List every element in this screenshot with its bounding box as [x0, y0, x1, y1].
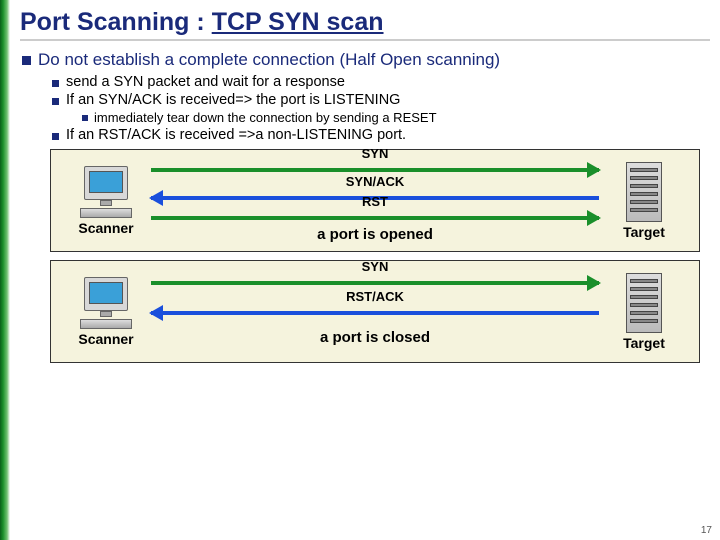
diagram-port-opened: Scanner SYN SYN/ACK RST a po	[50, 149, 700, 252]
scanner-label: Scanner	[78, 220, 133, 236]
arrow-synack-label: SYN/ACK	[151, 174, 599, 189]
page-number: 17	[701, 525, 712, 536]
arrow-rstack-label: RST/ACK	[151, 289, 599, 304]
bullet-main: Do not establish a complete connection (…	[38, 49, 710, 70]
scanner-node: Scanner	[61, 277, 151, 347]
arrows-area: SYN SYN/ACK RST a port is opened	[151, 156, 599, 245]
arrow-syn-label: SYN	[151, 259, 599, 274]
decorative-sidebar	[0, 0, 10, 540]
server-icon	[626, 162, 662, 222]
bullet-sub-syn: send a SYN packet and wait for a respons…	[66, 74, 710, 90]
target-label: Target	[623, 224, 665, 240]
arrow-rst-label: RST	[151, 194, 599, 209]
arrow-syn-label: SYN	[151, 146, 599, 161]
bullet-sub-synack: If an SYN/ACK is received=> the port is …	[66, 92, 710, 108]
bullet-sub-rstack: If an RST/ACK is received =>a non-LISTEN…	[66, 127, 710, 143]
scanner-label: Scanner	[78, 331, 133, 347]
slide-title: Port Scanning : TCP SYN scan	[20, 8, 710, 41]
computer-icon	[78, 166, 134, 218]
diagram-port-closed: Scanner SYN RST/ACK a port is closed	[50, 260, 700, 363]
result-opened: a port is opened	[151, 226, 599, 243]
result-closed: a port is closed	[151, 329, 599, 346]
slide-content: Port Scanning : TCP SYN scan Do not esta…	[20, 8, 710, 530]
target-label: Target	[623, 335, 665, 351]
title-prefix: Port Scanning :	[20, 8, 212, 36]
arrows-area: SYN RST/ACK a port is closed	[151, 267, 599, 356]
computer-icon	[78, 277, 134, 329]
server-icon	[626, 273, 662, 333]
title-underlined: TCP SYN scan	[212, 8, 384, 36]
scanner-node: Scanner	[61, 166, 151, 236]
bullet-subsub-reset: immediately tear down the connection by …	[94, 110, 710, 125]
target-node: Target	[599, 273, 689, 351]
bullet-list: Do not establish a complete connection (…	[20, 49, 710, 143]
target-node: Target	[599, 162, 689, 240]
